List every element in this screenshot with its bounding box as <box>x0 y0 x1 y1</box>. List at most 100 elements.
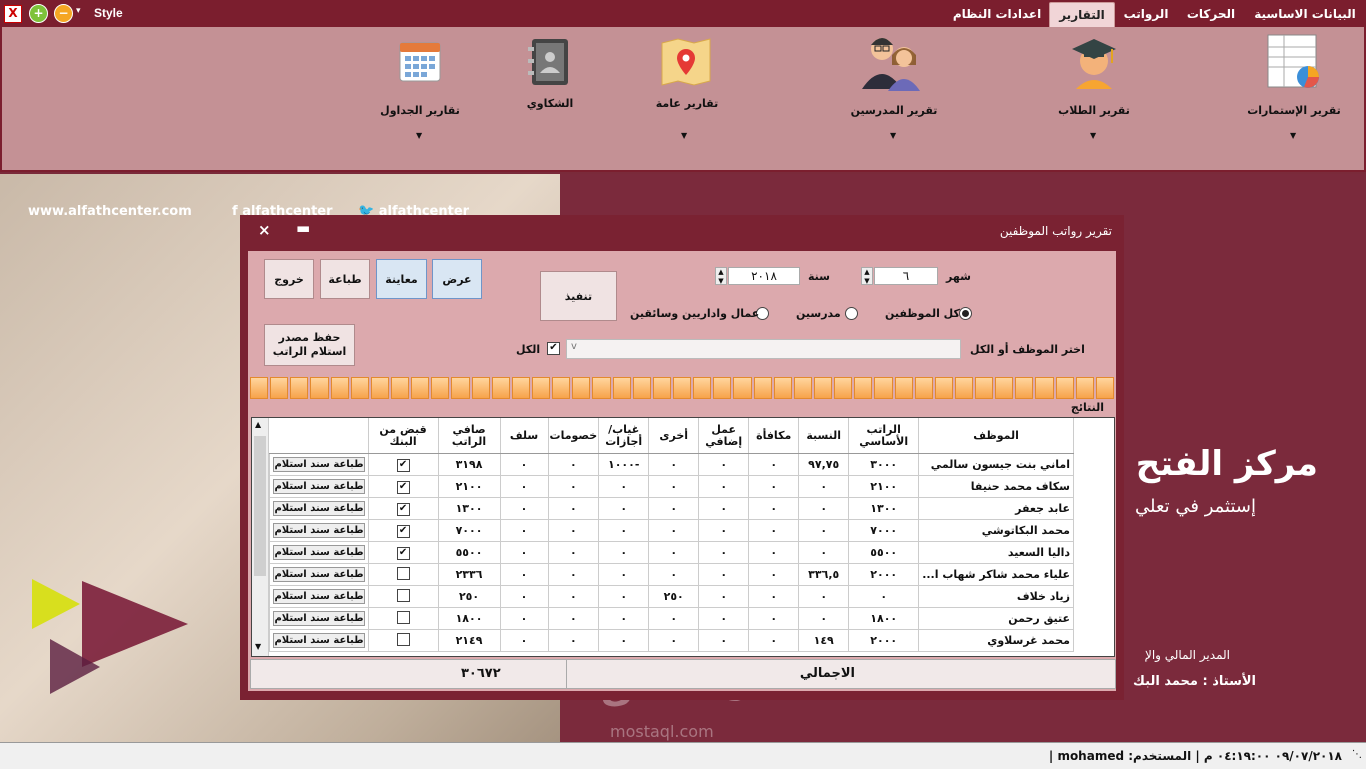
cell-deductions: ٠ <box>547 585 600 608</box>
print-receipt-button[interactable]: طباعة سند استلام <box>273 523 365 538</box>
website-text: www.alfathcenter.com <box>28 204 192 219</box>
column-header[interactable]: خصومات <box>548 418 600 454</box>
table-row[interactable]: عتيق رحمن ١٨٠٠ ٠ ٠ ٠ ٠ ٠ ٠ ٠ ١٨٠٠ طباعة سند استلام <box>269 607 1074 630</box>
year-spinner[interactable]: ▲ ▼ <box>715 267 727 285</box>
cell-overtime: ٠ <box>698 497 750 520</box>
style-menu[interactable]: Style <box>94 6 123 20</box>
tab-basic-data[interactable]: البيانات الاساسية <box>1250 2 1360 27</box>
print-receipt-button[interactable]: طباعة سند استلام <box>273 633 365 648</box>
cell-name: محمد غرسلاوي <box>918 629 1074 652</box>
minimize-icon[interactable]: ▬ <box>296 219 310 237</box>
exit-button[interactable]: خروج <box>264 259 314 299</box>
ribbon-students-report[interactable]: تقرير الطلاب ▼ <box>1048 27 1140 170</box>
vertical-scrollbar[interactable]: ▲ ▼ <box>252 418 269 656</box>
print-receipt-button[interactable]: طباعة سند استلام <box>273 545 365 560</box>
progress-segment <box>431 377 450 399</box>
table-row[interactable]: داليا السعيد ٥٥٠٠ ٠ ٠ ٠ ٠ ٠ ٠ ٠ ٥٥٠٠ ✔ طباعة سند اس… <box>269 541 1074 564</box>
column-header[interactable]: غياب/أجازات <box>598 418 650 454</box>
bank-checkbox[interactable] <box>396 610 410 624</box>
column-header[interactable]: عمل إضافي <box>698 418 750 454</box>
month-spinner[interactable]: ▲ ▼ <box>861 267 873 285</box>
column-header[interactable]: الراتب الأساسي <box>848 418 920 454</box>
table-row[interactable]: محمد غرسلاوي ٢٠٠٠ ١٤٩ ٠ ٠ ٠ ٠ ٠ ٠ ٢١٤٩ طباعة سند ا… <box>269 629 1074 652</box>
chevron-down-icon[interactable]: ▾ <box>76 6 81 16</box>
print-receipt-button[interactable]: طباعة سند استلام <box>273 501 365 516</box>
table-row[interactable]: عابد جعفر ١٣٠٠ ٠ ٠ ٠ ٠ ٠ ٠ ٠ ١٣٠٠ ✔ طباعة سند استلا… <box>269 497 1074 520</box>
cell-basic: ٢١٠٠ <box>848 475 920 498</box>
cell-bonus: ٠ <box>748 475 800 498</box>
bank-checkbox[interactable]: ✔ <box>396 459 410 472</box>
cell-bank <box>367 585 439 608</box>
year-input[interactable]: ٢٠١٨ <box>728 267 800 285</box>
bank-checkbox[interactable]: ✔ <box>396 503 410 516</box>
table-row[interactable]: محمد البكاتوشي ٧٠٠٠ ٠ ٠ ٠ ٠ ٠ ٠ ٠ ٧٠٠٠ ✔ طباعة سند … <box>269 519 1074 542</box>
print-receipt-button[interactable]: طباعة سند استلام <box>273 567 365 582</box>
view-button[interactable]: عرض <box>432 259 482 299</box>
bank-checkbox[interactable]: ✔ <box>396 547 410 560</box>
tab-reports[interactable]: التقارير <box>1049 2 1115 28</box>
scroll-up-icon[interactable]: ▲ <box>255 420 261 429</box>
progress-segment <box>411 377 430 399</box>
bank-checkbox[interactable] <box>396 588 410 602</box>
column-header[interactable] <box>269 418 369 454</box>
column-header[interactable]: النسبة <box>798 418 850 454</box>
title-tab-bar: X + − ▾ Style البيانات الاساسية الحركات … <box>0 0 1366 28</box>
ribbon-forms-report[interactable]: تقرير الإستمارات ▼ <box>1246 27 1342 170</box>
minus-icon[interactable]: − <box>54 4 73 23</box>
tab-system-settings[interactable]: اعدادات النظام <box>950 2 1044 27</box>
close-icon[interactable]: X <box>4 5 22 23</box>
execute-button[interactable]: تنفيذ <box>540 271 617 321</box>
column-header[interactable]: قبض من البنك <box>368 418 439 454</box>
progress-segment <box>914 377 933 399</box>
radio-teachers[interactable] <box>845 307 858 320</box>
bank-checkbox[interactable] <box>396 566 410 580</box>
bank-checkbox[interactable] <box>396 632 410 646</box>
ribbon-complaints[interactable]: الشكاوي <box>512 27 588 170</box>
column-header[interactable]: مكافأة <box>748 418 800 454</box>
bank-checkbox[interactable]: ✔ <box>396 481 410 494</box>
cell-overtime: ٠ <box>698 475 750 498</box>
cell-overtime: ٠ <box>698 453 750 476</box>
employee-combobox[interactable]: v <box>566 339 961 359</box>
progress-segment <box>451 377 470 399</box>
progress-bar <box>250 377 1115 399</box>
bank-checkbox[interactable]: ✔ <box>396 525 410 538</box>
column-header[interactable]: صافي الراتب <box>438 418 501 454</box>
scroll-down-icon[interactable]: ▼ <box>255 642 261 651</box>
column-header[interactable]: الموظف <box>918 418 1074 454</box>
close-icon[interactable]: × <box>258 221 271 239</box>
table-row[interactable]: زياد خلاف ٠ ٠ ٠ ٠ ٢٥٠ ٠ ٠ ٠ ٢٥٠ طباعة سند استلام <box>269 585 1074 608</box>
month-input[interactable]: ٦ <box>874 267 938 285</box>
print-receipt-button[interactable]: طباعة سند استلام <box>273 457 365 472</box>
preview-button[interactable]: معاينة <box>376 259 427 299</box>
table-row[interactable]: علياء محمد شاكر شهاب ا... ٢٠٠٠ ٣٣٦,٥ ٠ ٠ ٠ ٠ ٠ ٠… <box>269 563 1074 586</box>
resize-grip-icon[interactable]: ⋰ <box>1350 749 1362 761</box>
scrollbar-thumb[interactable] <box>254 436 266 576</box>
radio-all-employees[interactable] <box>959 307 972 320</box>
add-icon[interactable]: + <box>29 4 48 23</box>
ribbon-teachers-report[interactable]: تقرير المدرسين ▼ <box>842 27 946 170</box>
ribbon-schedules-report[interactable]: تقارير الجداول ▼ <box>374 27 466 170</box>
cell-deductions: ٠ <box>547 563 600 586</box>
print-button[interactable]: طباعة <box>320 259 370 299</box>
tab-transactions[interactable]: الحركات <box>1180 2 1242 27</box>
save-source-button[interactable]: حفظ مصدر استلام الراتب <box>264 324 355 366</box>
progress-segment <box>934 377 953 399</box>
results-grid[interactable]: ▲ ▼ الموظف الراتب الأساسي النسبة مكافأة عمل … <box>251 417 1115 657</box>
column-header[interactable]: سلف <box>500 418 549 454</box>
print-receipt-button[interactable]: طباعة سند استلام <box>273 589 365 604</box>
table-row[interactable]: اماني بنت جيسون سالمي ٣٠٠٠ ٩٧,٧٥ ٠ ٠ ٠ -١٠٠٠ ٠ ٠… <box>269 453 1074 476</box>
graduate-student-icon <box>1072 39 1116 89</box>
table-row[interactable]: سكاف محمد حنيفا ٢١٠٠ ٠ ٠ ٠ ٠ ٠ ٠ ٠ ٢١٠٠ ✔ طباعة سند… <box>269 475 1074 498</box>
cell-ratio: ٩٧,٧٥ <box>798 453 850 476</box>
cell-name: اماني بنت جيسون سالمي <box>918 453 1074 476</box>
cell-bonus: ٠ <box>748 563 800 586</box>
print-receipt-button[interactable]: طباعة سند استلام <box>273 479 365 494</box>
print-receipt-button[interactable]: طباعة سند استلام <box>273 611 365 626</box>
cell-bonus: ٠ <box>748 585 800 608</box>
all-checkbox[interactable]: ✔ <box>547 342 560 355</box>
tab-salaries[interactable]: الرواتب <box>1118 2 1174 27</box>
ribbon-general-reports[interactable]: تقارير عامة ▼ <box>642 27 732 170</box>
cell-basic: ٣٠٠٠ <box>848 453 920 476</box>
column-header[interactable]: أخرى <box>648 418 700 454</box>
